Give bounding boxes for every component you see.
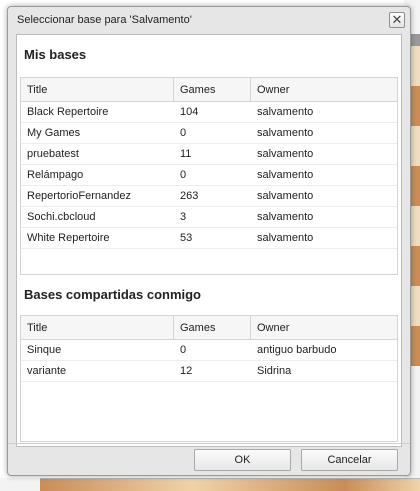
cell-games: 263 <box>180 190 199 202</box>
background-bottom-strip <box>0 478 420 491</box>
dialog-title: Seleccionar base para 'Salvamento' <box>17 14 192 26</box>
cell-owner: salvamento <box>257 169 314 181</box>
shared-bases-heading: Bases compartidas conmigo <box>24 287 201 302</box>
table-row[interactable]: White Repertoire 53 salvamento <box>21 228 397 249</box>
cell-title: My Games <box>27 127 81 139</box>
select-base-dialog: Seleccionar base para 'Salvamento' ✕ Mis… <box>7 6 411 476</box>
table-row[interactable]: Relámpago 0 salvamento <box>21 165 397 186</box>
cell-title: Sochi.cbcloud <box>27 211 96 223</box>
table-row[interactable]: RepertorioFernandez 263 salvamento <box>21 186 397 207</box>
my-bases-table: Title Games Owner Black Repertoire 104 s… <box>20 77 398 275</box>
column-header-owner[interactable]: Owner <box>251 78 397 102</box>
cell-owner: salvamento <box>257 232 314 244</box>
column-header-games[interactable]: Games <box>174 316 251 340</box>
cell-title: White Repertoire <box>27 232 110 244</box>
column-header-title[interactable]: Title <box>21 316 174 340</box>
my-bases-table-header: Title Games Owner <box>21 78 397 102</box>
cell-title: Sinque <box>27 344 62 356</box>
table-row[interactable]: pruebatest 11 salvamento <box>21 144 397 165</box>
shared-bases-table: Title Games Owner Sinque 0 antiguo barbu… <box>20 315 398 442</box>
shared-bases-table-header: Title Games Owner <box>21 316 397 340</box>
cell-owner: salvamento <box>257 106 314 118</box>
close-icon: ✕ <box>391 12 403 27</box>
table-row[interactable]: Sinque 0 antiguo barbudo <box>21 340 397 361</box>
table-row[interactable]: Black Repertoire 104 salvamento <box>21 102 397 123</box>
cell-owner: Sidrina <box>257 365 292 377</box>
cell-games: 12 <box>180 365 193 377</box>
close-button[interactable]: ✕ <box>389 12 405 28</box>
table-row[interactable]: Sochi.cbcloud 3 salvamento <box>21 207 397 228</box>
footer-separator <box>8 443 410 444</box>
cell-games: 104 <box>180 106 199 118</box>
column-header-games[interactable]: Games <box>174 78 251 102</box>
cell-games: 3 <box>180 211 187 223</box>
cell-title: Relámpago <box>27 169 84 181</box>
cell-title: RepertorioFernandez <box>27 190 131 202</box>
cell-owner: salvamento <box>257 211 314 223</box>
cell-games: 11 <box>180 148 192 160</box>
cell-games: 53 <box>180 232 193 244</box>
bases-panel: Mis bases Title Games Owner Black Repert… <box>16 34 402 447</box>
cell-title: Black Repertoire <box>27 106 109 118</box>
cell-games: 0 <box>180 169 187 181</box>
column-header-title[interactable]: Title <box>21 78 174 102</box>
cell-owner: salvamento <box>257 127 314 139</box>
column-header-owner[interactable]: Owner <box>251 316 397 340</box>
dialog-titlebar[interactable]: Seleccionar base para 'Salvamento' ✕ <box>8 7 410 33</box>
cell-owner: salvamento <box>257 148 314 160</box>
cell-title: variante <box>27 365 67 377</box>
cell-owner: antiguo barbudo <box>257 344 337 356</box>
cell-games: 0 <box>180 127 187 139</box>
cancel-button[interactable]: Cancelar <box>301 449 398 471</box>
my-bases-heading: Mis bases <box>24 47 87 62</box>
cell-title: pruebatest <box>27 148 79 160</box>
cell-owner: salvamento <box>257 190 314 202</box>
cell-games: 0 <box>180 344 187 356</box>
ok-button[interactable]: OK <box>194 449 291 471</box>
table-row[interactable]: variante 12 Sidrina <box>21 361 397 382</box>
table-row[interactable]: My Games 0 salvamento <box>21 123 397 144</box>
